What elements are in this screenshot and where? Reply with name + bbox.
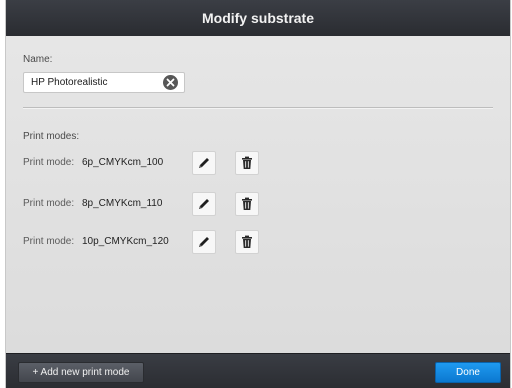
print-mode-prefix: Print mode: [23, 157, 75, 168]
delete-print-mode-button[interactable] [235, 192, 259, 216]
clear-name-button[interactable] [163, 75, 178, 90]
print-modes-label: Print modes: [23, 131, 80, 142]
print-mode-row: Print mode: 10p_CMYKcm_120 [23, 230, 323, 254]
print-mode-name: 10p_CMYKcm_120 [82, 236, 169, 247]
print-mode-prefix: Print mode: [23, 236, 75, 247]
print-mode-row: Print mode: 6p_CMYKcm_100 [23, 151, 323, 175]
trash-icon [242, 235, 252, 248]
edit-print-mode-button[interactable] [192, 230, 216, 254]
print-mode-name: 8p_CMYKcm_110 [82, 198, 163, 209]
trash-icon [242, 156, 252, 169]
dialog-title: Modify substrate [6, 0, 510, 37]
delete-print-mode-button[interactable] [235, 230, 259, 254]
section-divider [23, 107, 493, 109]
name-field[interactable]: HP Photorealistic [23, 72, 185, 93]
pencil-icon [199, 199, 209, 209]
print-mode-row: Print mode: 8p_CMYKcm_110 [23, 192, 323, 216]
print-mode-prefix: Print mode: [23, 198, 75, 209]
name-label: Name: [23, 54, 53, 65]
pencil-icon [199, 158, 209, 168]
done-button[interactable]: Done [435, 362, 501, 383]
add-new-print-mode-button[interactable]: + Add new print mode [18, 362, 144, 383]
dialog-content: Name: HP Photorealistic Print modes: Pri… [6, 36, 510, 353]
trash-icon [242, 197, 252, 210]
pencil-icon [199, 237, 209, 247]
name-value: HP Photorealistic [31, 77, 108, 88]
print-mode-name: 6p_CMYKcm_100 [82, 157, 164, 168]
delete-print-mode-button[interactable] [235, 151, 259, 175]
clear-icon [166, 78, 175, 87]
dialog-footer: + Add new print mode Done [6, 353, 510, 388]
modify-substrate-dialog: Modify substrate Name: HP Photorealistic… [6, 0, 510, 388]
edit-print-mode-button[interactable] [192, 192, 216, 216]
edit-print-mode-button[interactable] [192, 151, 216, 175]
